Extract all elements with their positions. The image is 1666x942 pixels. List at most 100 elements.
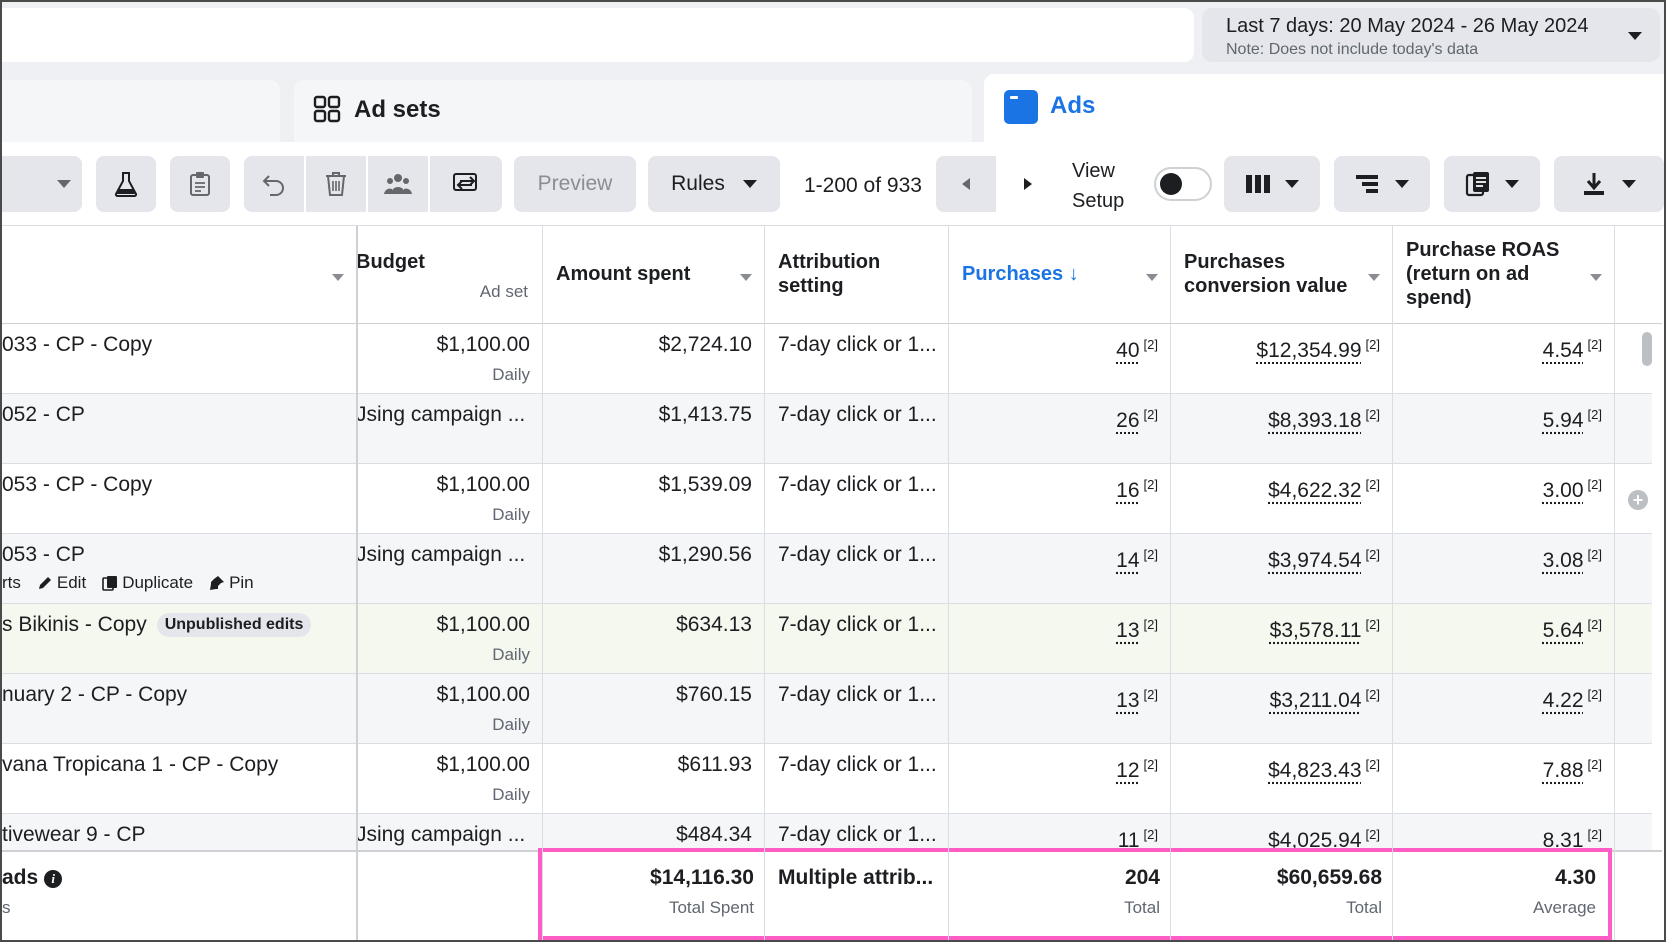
delete-button[interactable] bbox=[306, 156, 366, 212]
budget-cell[interactable]: $1,100.00 Daily bbox=[356, 744, 542, 814]
ad-name-cell[interactable]: s Bikinis - Copy Unpublished edits bbox=[2, 604, 352, 674]
ad-name-cell[interactable]: 053 - CP rts Edit Duplicate Pin bbox=[2, 534, 352, 604]
table-row[interactable]: 033 - CP - Copy $1,100.00 Daily $2,724.10 7-… bbox=[2, 324, 1652, 394]
conversion-value-link[interactable]: $3,211.04 bbox=[1270, 689, 1362, 712]
next-page-button[interactable] bbox=[998, 156, 1058, 212]
column-header-name[interactable] bbox=[2, 226, 356, 324]
column-header-roas[interactable]: Purchase ROAS (return on ad spend) bbox=[1392, 226, 1614, 324]
export-download-button[interactable] bbox=[1554, 156, 1664, 212]
reports-button[interactable] bbox=[1444, 156, 1540, 212]
column-header-conversion-value[interactable]: Purchases conversion value bbox=[1170, 226, 1392, 324]
conversion-value-link[interactable]: $4,622.32 bbox=[1268, 479, 1361, 502]
budget-cell[interactable]: $1,100.00 Daily bbox=[356, 464, 542, 534]
column-header-amount-spent[interactable]: Amount spent bbox=[542, 226, 764, 324]
purchases-link[interactable]: 40 bbox=[1116, 339, 1139, 362]
ad-name[interactable]: 053 - CP bbox=[2, 542, 85, 568]
conversion-value[interactable]: $3,211.04 [2] bbox=[1270, 682, 1380, 714]
ab-test-button[interactable] bbox=[96, 156, 156, 212]
conversion-value-link[interactable]: $8,393.18 bbox=[1268, 409, 1361, 432]
paste-button[interactable] bbox=[170, 156, 230, 212]
tab-ad-sets[interactable]: Ad sets bbox=[294, 80, 972, 142]
purchases-value[interactable]: 26 [2] bbox=[1116, 402, 1158, 434]
view-setup-toggle[interactable] bbox=[1154, 167, 1212, 201]
conversion-value-link[interactable]: $3,974.54 bbox=[1268, 549, 1361, 572]
previous-page-button[interactable] bbox=[936, 156, 996, 212]
budget-cell[interactable]: $1,100.00 Daily bbox=[356, 604, 542, 674]
conversion-value-link[interactable]: $4,025.94 bbox=[1268, 829, 1361, 852]
ad-name[interactable]: 053 - CP - Copy bbox=[2, 472, 152, 498]
pin-action[interactable]: Pin bbox=[209, 570, 254, 596]
roas-value[interactable]: 3.08 [2] bbox=[1543, 542, 1602, 574]
edit-action[interactable]: Edit bbox=[37, 570, 86, 596]
roas-value[interactable]: 3.00 [2] bbox=[1543, 472, 1602, 504]
roas-link[interactable]: 3.08 bbox=[1543, 549, 1584, 572]
duplicate-action[interactable]: Duplicate bbox=[102, 570, 193, 596]
budget-cell[interactable]: Jsing campaign ... bbox=[356, 394, 542, 464]
purchases-link[interactable]: 11 bbox=[1118, 829, 1140, 852]
ad-name[interactable]: nuary 2 - CP - Copy bbox=[2, 682, 187, 708]
preview-button[interactable]: Preview bbox=[514, 156, 636, 212]
purchases-link[interactable]: 26 bbox=[1116, 409, 1139, 432]
ad-name[interactable]: 052 - CP bbox=[2, 402, 85, 428]
conversion-value[interactable]: $12,354.99 [2] bbox=[1256, 332, 1380, 364]
roas-link[interactable]: 4.54 bbox=[1543, 339, 1584, 362]
purchases-link[interactable]: 13 bbox=[1116, 689, 1139, 712]
purchases-value[interactable]: 14 [2] bbox=[1116, 542, 1158, 574]
undo-button[interactable] bbox=[244, 156, 304, 212]
date-range-picker[interactable]: Last 7 days: 20 May 2024 - 26 May 2024 N… bbox=[1202, 8, 1660, 62]
table-row[interactable]: 053 - CP rts Edit Duplicate Pin Jsing campaig… bbox=[2, 534, 1652, 604]
purchases-link[interactable]: 14 bbox=[1116, 549, 1139, 572]
column-header-attribution[interactable]: Attribution setting bbox=[764, 226, 946, 324]
roas-link[interactable]: 5.94 bbox=[1543, 409, 1584, 432]
columns-button[interactable] bbox=[1224, 156, 1320, 212]
purchases-link[interactable]: 12 bbox=[1116, 759, 1139, 782]
purchases-value[interactable]: 12 [2] bbox=[1116, 752, 1158, 784]
tab-campaigns[interactable] bbox=[2, 80, 280, 142]
purchases-link[interactable]: 16 bbox=[1116, 479, 1139, 502]
tab-ads[interactable]: Ads bbox=[984, 74, 1664, 144]
conversion-value[interactable]: $4,823.43 [2] bbox=[1268, 752, 1380, 784]
conversion-value-link[interactable]: $4,823.43 bbox=[1268, 759, 1361, 782]
charts-action[interactable]: rts bbox=[2, 570, 21, 596]
budget-cell[interactable]: Jsing campaign ... bbox=[356, 534, 542, 604]
roas-value[interactable]: 4.54 [2] bbox=[1543, 332, 1602, 364]
conversion-value[interactable]: $3,578.11 [2] bbox=[1270, 612, 1380, 644]
table-scrollbar[interactable] bbox=[1642, 332, 1652, 366]
conversion-value-link[interactable]: $3,578.11 bbox=[1270, 619, 1362, 642]
conversion-value[interactable]: $3,974.54 [2] bbox=[1268, 542, 1380, 574]
roas-value[interactable]: 4.22 [2] bbox=[1543, 682, 1602, 714]
table-row[interactable]: 052 - CP Jsing campaign ... $1,413.75 7-day… bbox=[2, 394, 1652, 464]
table-row[interactable]: nuary 2 - CP - Copy $1,100.00 Daily $760.15… bbox=[2, 674, 1652, 744]
ad-name[interactable]: vana Tropicana 1 - CP - Copy bbox=[2, 752, 278, 778]
ad-name-cell[interactable]: nuary 2 - CP - Copy bbox=[2, 674, 352, 744]
audience-button[interactable] bbox=[368, 156, 428, 212]
edit-dropdown-button[interactable] bbox=[2, 156, 82, 212]
roas-value[interactable]: 5.94 [2] bbox=[1543, 402, 1602, 434]
ad-name-cell[interactable]: 033 - CP - Copy bbox=[2, 324, 352, 394]
purchases-value[interactable]: 13 [2] bbox=[1116, 682, 1158, 714]
info-icon[interactable]: i bbox=[44, 870, 63, 888]
table-row[interactable]: vana Tropicana 1 - CP - Copy $1,100.00 Dai… bbox=[2, 744, 1652, 814]
roas-link[interactable]: 7.88 bbox=[1543, 759, 1584, 782]
roas-link[interactable]: 8.31 bbox=[1543, 829, 1584, 852]
roas-link[interactable]: 3.00 bbox=[1543, 479, 1584, 502]
roas-value[interactable]: 5.64 [2] bbox=[1543, 612, 1602, 644]
budget-cell[interactable]: $1,100.00 Daily bbox=[356, 324, 542, 394]
conversion-value[interactable]: $4,622.32 [2] bbox=[1268, 472, 1380, 504]
purchases-value[interactable]: 40 [2] bbox=[1116, 332, 1158, 364]
purchases-value[interactable]: 16 [2] bbox=[1116, 472, 1158, 504]
ad-name-cell[interactable]: 053 - CP - Copy bbox=[2, 464, 352, 534]
conversion-value[interactable]: $8,393.18 [2] bbox=[1268, 402, 1380, 434]
export-button[interactable] bbox=[430, 156, 502, 212]
conversion-value-link[interactable]: $12,354.99 bbox=[1256, 339, 1361, 362]
rules-button[interactable]: Rules bbox=[648, 156, 780, 212]
table-row[interactable]: 053 - CP - Copy $1,100.00 Daily $1,539.09 7-… bbox=[2, 464, 1652, 534]
ad-name[interactable]: s Bikinis - Copy Unpublished edits bbox=[2, 612, 312, 638]
purchases-value[interactable]: 13 [2] bbox=[1116, 612, 1158, 644]
roas-link[interactable]: 4.22 bbox=[1543, 689, 1584, 712]
ad-name[interactable]: tivewear 9 - CP bbox=[2, 822, 146, 848]
roas-link[interactable]: 5.64 bbox=[1543, 619, 1584, 642]
purchases-link[interactable]: 13 bbox=[1116, 619, 1139, 642]
search-filter-field[interactable] bbox=[2, 8, 1194, 62]
breakdown-button[interactable] bbox=[1334, 156, 1430, 212]
